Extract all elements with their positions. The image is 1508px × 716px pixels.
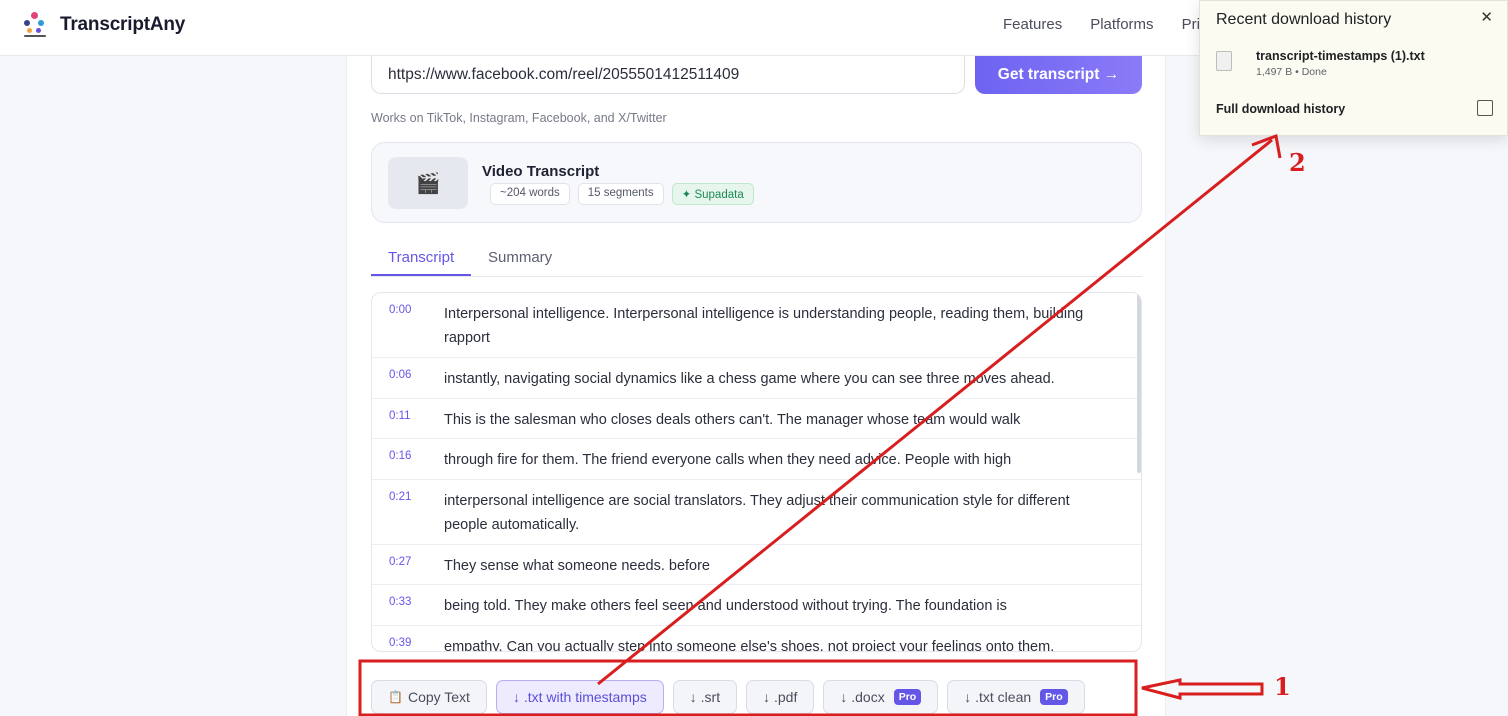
annotation-label-1: 1 [1274, 672, 1291, 701]
callout-arrow [1141, 678, 1264, 700]
annotation-overlay [358, 133, 1282, 716]
pointer-arrowhead [1251, 133, 1282, 159]
pointer-line [597, 138, 1273, 686]
highlight-box [358, 659, 1138, 716]
annotation-label-2: 2 [1289, 148, 1306, 177]
